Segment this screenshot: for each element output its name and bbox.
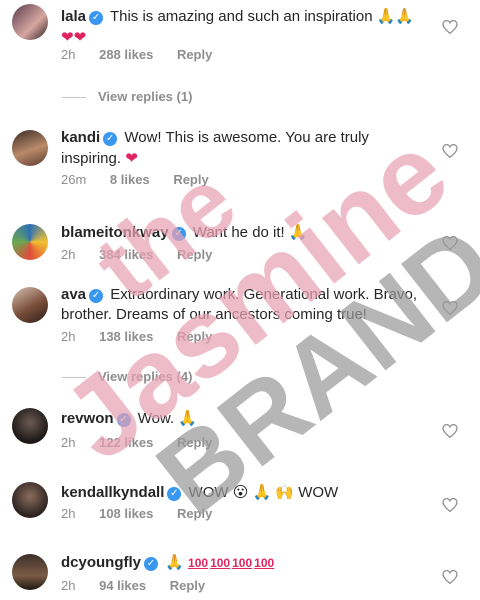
comment-time: 2h xyxy=(61,506,76,521)
comment-text: Extraordinary work. Generational work. B… xyxy=(61,286,417,323)
view-replies-label: View replies (4) xyxy=(98,369,193,384)
comment-text: Wow. xyxy=(137,410,175,427)
hundred-emoji-icon: 100 xyxy=(188,556,209,570)
verified-badge-icon: ✓ xyxy=(103,132,118,146)
avatar[interactable] xyxy=(12,287,48,323)
likes-count[interactable]: 122 likes xyxy=(99,435,153,450)
reply-button[interactable]: Reply xyxy=(177,506,212,521)
likes-count[interactable]: 8 likes xyxy=(110,172,150,187)
comment-body: kandi ✓ Wow! This is awesome. You are tru… xyxy=(61,128,432,169)
pray-emoji-icon: 🙏 xyxy=(252,483,272,501)
verified-badge-icon: ✓ xyxy=(171,227,186,241)
hundred-emoji-icon: 100 xyxy=(232,556,253,570)
red-heart-emoji-icon: ❤ xyxy=(125,149,138,167)
username[interactable]: kendallkyndall xyxy=(61,484,164,501)
comment-time: 26m xyxy=(61,172,87,187)
likes-count[interactable]: 138 likes xyxy=(99,329,153,344)
verified-badge-icon: ✓ xyxy=(89,11,104,25)
comment-time: 2h xyxy=(61,435,76,450)
comment-body: ava ✓ Extraordinary work. Generational wo… xyxy=(61,285,432,325)
verified-badge-icon: ✓ xyxy=(116,413,131,427)
likes-count[interactable]: 108 likes xyxy=(99,506,153,521)
reply-button[interactable]: Reply xyxy=(177,47,212,62)
comment-time: 2h xyxy=(61,329,76,344)
avatar[interactable] xyxy=(12,130,48,166)
avatar[interactable] xyxy=(12,482,48,518)
username[interactable]: ava xyxy=(61,286,86,303)
verified-badge-icon: ✓ xyxy=(89,289,104,303)
username[interactable]: kandi xyxy=(61,129,100,146)
heart-outline-icon[interactable] xyxy=(442,301,458,315)
comment-meta: 2h 288 likes Reply xyxy=(61,47,232,62)
heart-outline-icon[interactable] xyxy=(442,20,458,34)
astonished-emoji-icon: 😮 xyxy=(232,483,249,501)
likes-count[interactable]: 288 likes xyxy=(99,47,153,62)
reply-button[interactable]: Reply xyxy=(177,247,212,262)
username[interactable]: blameitonkway xyxy=(61,224,169,241)
hundred-emoji-icon: 100 xyxy=(210,556,231,570)
comment-meta: 26m 8 likes Reply xyxy=(61,172,229,187)
red-heart-emoji-icon: ❤❤ xyxy=(61,28,87,46)
pray-emoji-icon: 🙏🙏 xyxy=(376,7,415,25)
heart-outline-icon[interactable] xyxy=(442,424,458,438)
comment-time: 2h xyxy=(61,247,76,262)
likes-count[interactable]: 94 likes xyxy=(99,578,146,593)
comment-meta: 2h 94 likes Reply xyxy=(61,578,225,593)
hundred-emoji-icon: 100 xyxy=(254,556,275,570)
comment-text: Want he do it! xyxy=(192,224,285,241)
reply-button[interactable]: Reply xyxy=(177,435,212,450)
username[interactable]: lala xyxy=(61,8,86,25)
comment-body: lala ✓ This is amazing and such an inspir… xyxy=(61,6,432,48)
comment-meta: 2h 138 likes Reply xyxy=(61,329,232,344)
username[interactable]: revwon xyxy=(61,410,114,427)
avatar[interactable] xyxy=(12,4,48,40)
view-replies-button[interactable]: View replies (1) xyxy=(62,89,192,104)
view-replies-label: View replies (1) xyxy=(98,89,193,104)
avatar[interactable] xyxy=(12,554,48,590)
divider-line xyxy=(62,377,86,379)
comment-meta: 2h 108 likes Reply xyxy=(61,506,232,521)
avatar[interactable] xyxy=(12,224,48,260)
likes-count[interactable]: 384 likes xyxy=(99,247,153,262)
reply-button[interactable]: Reply xyxy=(173,172,208,187)
heart-outline-icon[interactable] xyxy=(442,236,458,250)
pray-emoji-icon: 🙏 xyxy=(165,553,184,571)
comment-text: This is amazing and such an inspiration xyxy=(109,8,373,25)
comment-body: dcyoungfly ✓ 🙏 100 100 100 100 xyxy=(61,552,432,573)
username[interactable]: dcyoungfly xyxy=(61,554,141,571)
heart-outline-icon[interactable] xyxy=(442,570,458,584)
comment-time: 2h xyxy=(61,578,76,593)
comment-body: revwon ✓ Wow. 🙏 xyxy=(61,408,432,429)
divider-line xyxy=(62,97,86,99)
verified-badge-icon: ✓ xyxy=(167,487,182,501)
verified-badge-icon: ✓ xyxy=(144,557,159,571)
pray-emoji-icon: 🙏 xyxy=(288,223,308,241)
heart-outline-icon[interactable] xyxy=(442,144,458,158)
reply-button[interactable]: Reply xyxy=(170,578,205,593)
view-replies-button[interactable]: View replies (4) xyxy=(62,369,192,384)
comment-meta: 2h 122 likes Reply xyxy=(61,435,232,450)
raised-hands-emoji-icon: 🙌 xyxy=(275,483,295,501)
heart-outline-icon[interactable] xyxy=(442,498,458,512)
comment-text-2: WOW xyxy=(298,484,339,501)
comment-body: kendallkyndall ✓ WOW 😮 🙏 🙌 WOW xyxy=(61,482,432,503)
reply-button[interactable]: Reply xyxy=(177,329,212,344)
avatar[interactable] xyxy=(12,408,48,444)
pray-emoji-icon: 🙏 xyxy=(178,409,197,427)
comment-meta: 2h 384 likes Reply xyxy=(61,247,232,262)
comment-text: WOW xyxy=(188,484,229,501)
comment-body: blameitonkway ✓ Want he do it! 🙏 xyxy=(61,222,432,243)
comment-time: 2h xyxy=(61,47,76,62)
